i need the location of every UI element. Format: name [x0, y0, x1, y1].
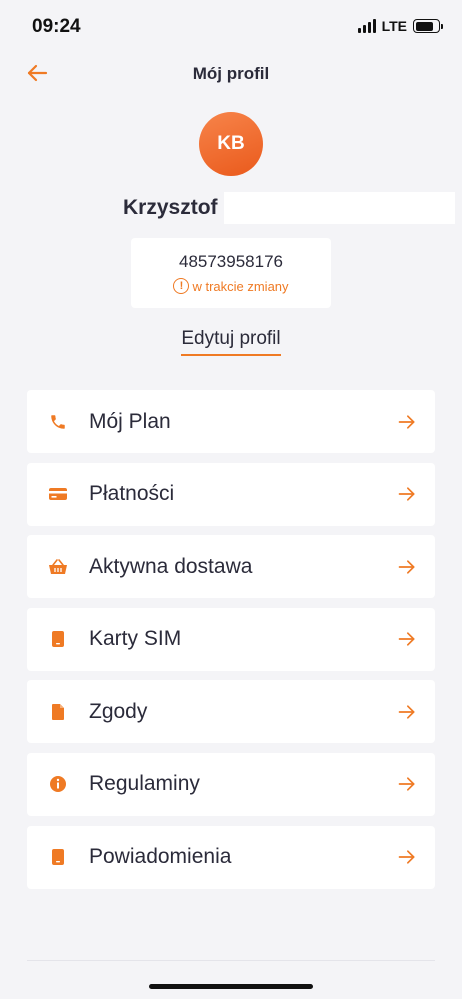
menu-item-label: Powiadomienia	[89, 845, 232, 869]
menu-item-powiadomienia[interactable]: Powiadomienia	[27, 825, 435, 889]
profile-menu: Mój Plan Płatności Aktywna dostawa Karty…	[27, 390, 435, 898]
arrow-right-icon	[398, 850, 415, 864]
menu-item-regulaminy[interactable]: Regulaminy	[27, 752, 435, 816]
menu-item-karty-sim[interactable]: Karty SIM	[27, 607, 435, 671]
page-title: Mój profil	[192, 64, 270, 83]
arrow-right-icon	[398, 777, 415, 792]
phone-device-icon	[47, 846, 69, 868]
menu-item-zgody[interactable]: Zgody	[27, 680, 435, 744]
header: Mój profil	[0, 56, 462, 92]
arrow-right-icon	[398, 560, 415, 574]
menu-item-label: Płatności	[89, 482, 175, 506]
info-icon	[47, 773, 69, 795]
network-type: LTE	[381, 18, 407, 34]
menu-item-moj-plan[interactable]: Mój Plan	[27, 390, 435, 453]
menu-item-label: Regulaminy	[89, 772, 200, 796]
battery-icon	[413, 19, 443, 33]
phone-status-text: w trakcie zmiany	[192, 278, 289, 294]
arrow-right-icon	[398, 632, 415, 646]
arrow-right-icon	[398, 414, 415, 429]
document-icon	[47, 701, 69, 723]
bottom-divider	[27, 960, 435, 961]
status-indicators: LTE	[357, 18, 443, 34]
edit-profile-wrapper: Edytuj profil	[0, 328, 462, 356]
arrow-right-icon	[398, 487, 415, 501]
signal-icon	[357, 19, 376, 33]
avatar: KB	[199, 112, 263, 176]
basket-icon	[47, 556, 69, 578]
status-time: 09:24	[32, 16, 81, 37]
credit-card-icon	[47, 483, 69, 505]
phone-status: ! w trakcie zmiany	[131, 278, 331, 294]
status-bar: 09:24 LTE	[0, 0, 462, 56]
surname-redacted-field	[224, 192, 455, 224]
user-first-name: Krzysztof	[123, 196, 218, 219]
arrow-right-icon	[398, 705, 415, 719]
phone-number: 48573958176	[178, 252, 283, 271]
phone-icon	[47, 411, 69, 433]
home-indicator[interactable]	[149, 984, 313, 989]
menu-item-platnosci[interactable]: Płatności	[27, 462, 435, 526]
phone-card: 48573958176 ! w trakcie zmiany	[131, 238, 331, 308]
menu-item-label: Mój Plan	[89, 409, 171, 433]
menu-item-label: Zgody	[89, 699, 148, 723]
menu-item-label: Aktywna dostawa	[89, 554, 253, 578]
sim-card-icon	[47, 628, 69, 650]
menu-item-label: Karty SIM	[89, 627, 182, 651]
menu-item-aktywna-dostawa[interactable]: Aktywna dostawa	[27, 535, 435, 599]
edit-profile-link[interactable]: Edytuj profil	[181, 328, 281, 356]
warning-icon: !	[173, 278, 190, 294]
